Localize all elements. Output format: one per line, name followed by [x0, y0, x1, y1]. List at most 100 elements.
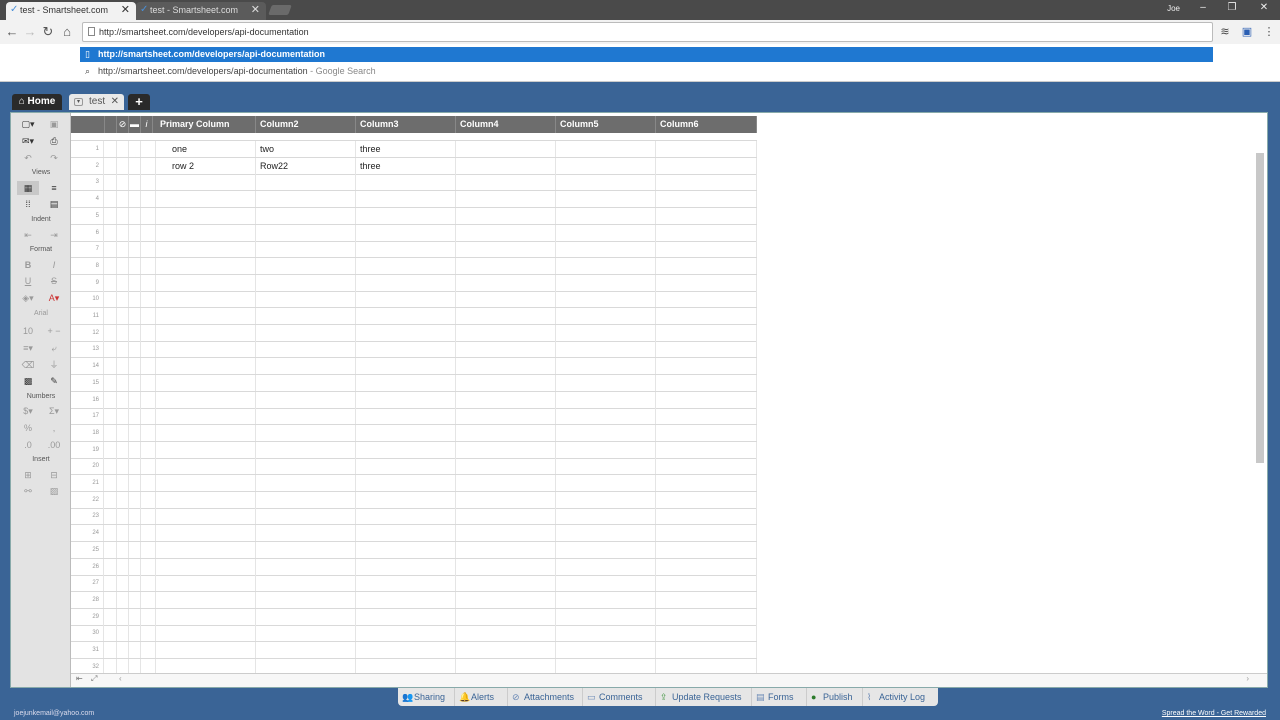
table-row[interactable]: 10 [71, 291, 757, 309]
row-indicator-cell[interactable] [117, 575, 129, 592]
table-cell[interactable] [356, 291, 456, 308]
table-row[interactable]: 15 [71, 374, 757, 392]
table-cell[interactable] [556, 191, 656, 208]
table-cell[interactable] [256, 241, 356, 258]
table-cell[interactable] [356, 341, 456, 358]
redo-icon[interactable]: ↷ [43, 151, 65, 165]
calendar-view-icon[interactable]: ▤ [43, 197, 65, 211]
row-number[interactable]: 21 [71, 475, 104, 491]
row-indicator-cell[interactable] [129, 274, 141, 291]
row-number[interactable]: 6 [71, 224, 104, 241]
row-number[interactable]: 27 [71, 575, 104, 592]
row-indicator-cell[interactable] [129, 424, 141, 441]
italic-icon[interactable]: I [43, 258, 65, 272]
decrease-decimal-icon[interactable]: .0 [17, 438, 39, 452]
row-indicator-cell[interactable] [141, 558, 156, 575]
table-cell[interactable] [556, 608, 656, 625]
table-cell[interactable] [656, 391, 757, 408]
table-cell[interactable] [556, 642, 656, 658]
table-cell[interactable] [156, 257, 256, 274]
row-indicator-cell[interactable] [141, 174, 156, 191]
row-indicator-cell[interactable] [141, 458, 156, 475]
table-row[interactable]: 17 [71, 408, 757, 426]
outdent-icon[interactable]: ⇤ [17, 228, 39, 242]
row-indicator-cell[interactable] [104, 374, 117, 391]
table-cell[interactable] [256, 191, 356, 208]
table-cell[interactable] [356, 475, 456, 491]
table-cell[interactable] [256, 475, 356, 491]
table-cell[interactable] [456, 625, 556, 642]
table-cell[interactable] [456, 441, 556, 458]
table-cell[interactable] [456, 291, 556, 308]
table-cell[interactable] [356, 174, 456, 191]
table-cell[interactable] [356, 241, 456, 258]
table-cell[interactable] [556, 475, 656, 491]
table-cell[interactable] [656, 224, 757, 241]
row-indicator-cell[interactable] [141, 475, 156, 491]
scroll-right-icon[interactable]: › [1246, 674, 1249, 683]
table-cell[interactable] [356, 324, 456, 341]
table-cell[interactable] [556, 591, 656, 608]
wrap-text-icon[interactable]: ⤶ [43, 341, 65, 355]
row-indicator-cell[interactable] [104, 241, 117, 258]
table-row[interactable]: 7 [71, 241, 757, 259]
row-indicator-cell[interactable] [104, 141, 117, 157]
table-cell[interactable] [156, 341, 256, 358]
row-number[interactable]: 22 [71, 491, 104, 508]
table-cell[interactable] [556, 508, 656, 525]
attachments-button[interactable]: ⊘ Attachments [508, 688, 583, 706]
table-cell[interactable] [356, 508, 456, 525]
row-indicator-cell[interactable] [129, 141, 141, 157]
table-cell[interactable] [556, 541, 656, 558]
increase-decimal-icon[interactable]: .00 [43, 438, 65, 452]
table-cell[interactable]: row 2 [156, 157, 256, 174]
row-indicator-cell[interactable] [129, 525, 141, 542]
table-cell[interactable] [456, 608, 556, 625]
home-tab[interactable]: ⌂ Home [12, 94, 62, 110]
table-cell[interactable] [256, 374, 356, 391]
table-cell[interactable] [256, 207, 356, 224]
row-number[interactable]: 26 [71, 558, 104, 575]
table-cell[interactable] [256, 224, 356, 241]
bold-icon[interactable]: B [17, 258, 39, 272]
row-indicator-cell[interactable] [141, 441, 156, 458]
table-cell[interactable] [456, 174, 556, 191]
new-tab-button[interactable] [268, 5, 292, 15]
row-number[interactable]: 5 [71, 207, 104, 224]
table-row[interactable]: 25 [71, 541, 757, 559]
image-icon[interactable]: ▨ [43, 484, 65, 498]
table-cell[interactable] [456, 374, 556, 391]
table-row[interactable]: 22 [71, 491, 757, 509]
table-cell[interactable] [156, 475, 256, 491]
row-indicator-cell[interactable] [104, 257, 117, 274]
table-cell[interactable] [156, 441, 256, 458]
scroll-left-icon[interactable]: ‹ [119, 674, 122, 683]
row-indicator-cell[interactable] [117, 525, 129, 542]
row-indicator-cell[interactable] [129, 324, 141, 341]
font-size-increase-icon[interactable]: + − [43, 324, 65, 338]
table-cell[interactable] [656, 458, 757, 475]
table-row[interactable]: 28 [71, 591, 757, 609]
row-indicator-cell[interactable] [104, 358, 117, 375]
column-header[interactable]: Column4 [456, 116, 556, 133]
column-header[interactable]: Column3 [356, 116, 456, 133]
insert-row-icon[interactable]: ⊟ [43, 468, 65, 482]
forward-arrow-icon[interactable]: → [22, 24, 38, 40]
row-indicator-cell[interactable] [129, 441, 141, 458]
row-indicator-cell[interactable] [129, 558, 141, 575]
table-cell[interactable] [156, 541, 256, 558]
row-indicator-cell[interactable] [117, 424, 129, 441]
row-indicator-cell[interactable] [117, 207, 129, 224]
table-cell[interactable] [256, 424, 356, 441]
table-cell[interactable] [356, 308, 456, 324]
chrome-menu-icon[interactable]: ⋮ [1262, 25, 1276, 39]
row-indicator-cell[interactable] [117, 141, 129, 157]
row-indicator-cell[interactable] [104, 642, 117, 658]
table-cell[interactable] [656, 241, 757, 258]
table-row[interactable]: 2 row 2 Row22 three [71, 157, 757, 175]
table-row[interactable]: 24 [71, 525, 757, 543]
referral-link[interactable]: Spread the Word - Get Rewarded [1162, 710, 1266, 717]
sum-icon[interactable]: Σ▾ [43, 404, 65, 418]
row-indicator-cell[interactable] [141, 308, 156, 324]
row-indicator-cell[interactable] [141, 541, 156, 558]
